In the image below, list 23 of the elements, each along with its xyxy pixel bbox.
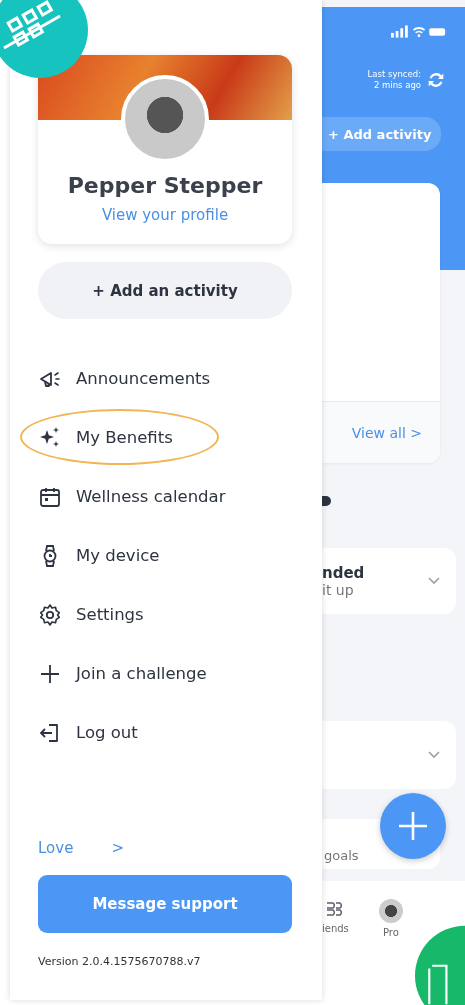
settings-icon [38, 602, 62, 627]
goals-text: goals [324, 848, 359, 863]
menu-item[interactable]: My Benefits [20, 409, 219, 465]
menu-item[interactable]: Settings [20, 585, 164, 644]
card-subtitle: it up [322, 582, 355, 598]
plus-icon [398, 811, 428, 841]
avatar [378, 899, 403, 923]
menu-item[interactable]: Join a challenge [20, 644, 227, 703]
nav-tab[interactable]: Pro [378, 899, 403, 938]
card-title: nded [322, 564, 365, 582]
menu-item[interactable]: Wellness calendar [20, 467, 246, 526]
goal-card[interactable]: nded it up [322, 548, 456, 614]
last-synced-text: Last synced: 2 mins ago [367, 69, 421, 92]
chevron-down-icon [428, 577, 440, 585]
version-text: Version 2.0.4.1575670788.v7 [38, 955, 202, 968]
nav-tab[interactable]: iends [322, 899, 349, 934]
add-activity-button[interactable]: + Add an activity [38, 262, 292, 319]
menu-item[interactable]: Log out [20, 703, 158, 762]
status-bar-icons [391, 25, 447, 39]
chevron-down-icon [428, 751, 440, 759]
profile-name: Pepper Stepper [67, 173, 263, 198]
menu-item[interactable]: My device [20, 526, 180, 585]
menu-item[interactable]: Announcements [20, 349, 231, 408]
